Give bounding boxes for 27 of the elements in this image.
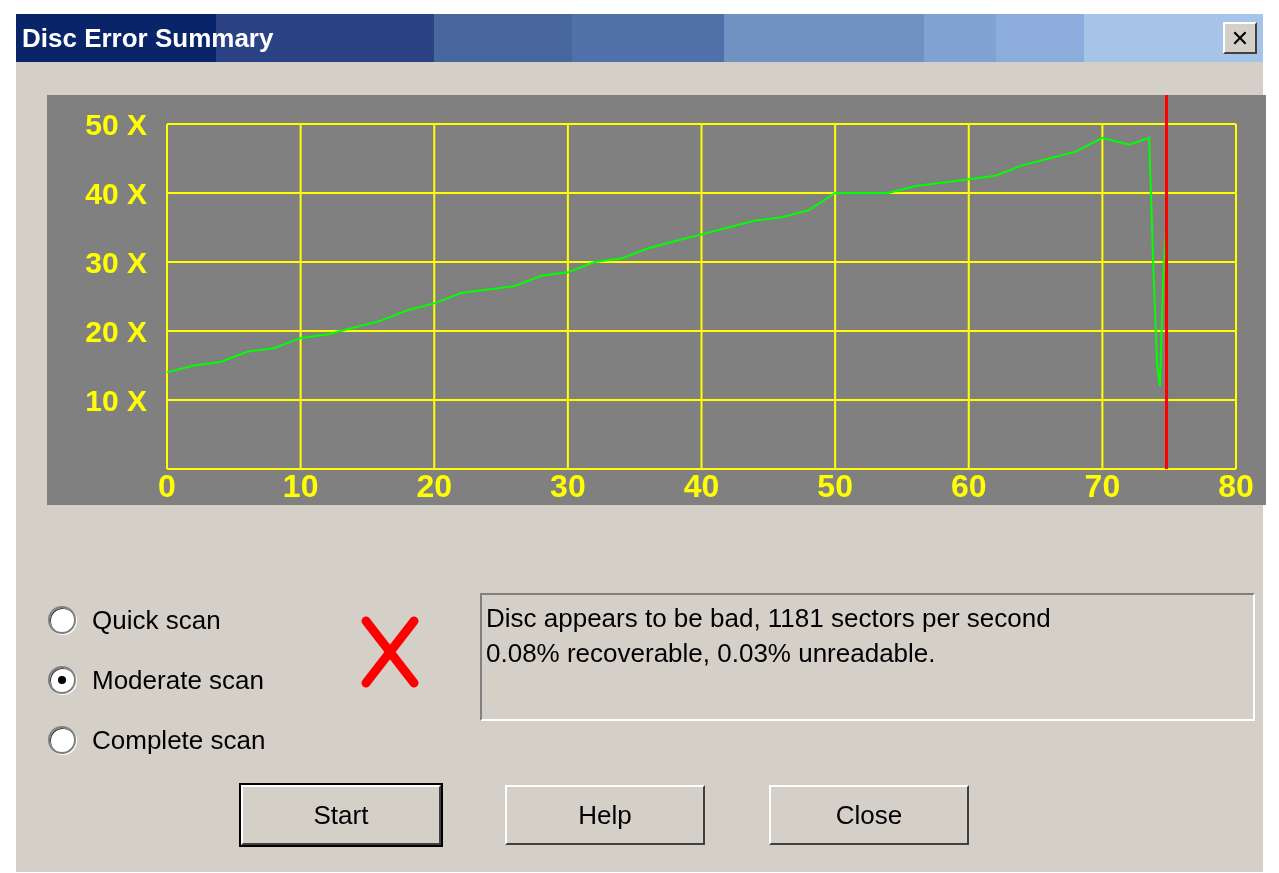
- x-tick-label: 10: [282, 468, 319, 504]
- dialog-button[interactable]: Help: [505, 785, 705, 845]
- x-tick-label: 60: [950, 468, 987, 504]
- radio-label[interactable]: Moderate scan: [92, 664, 264, 696]
- dialog-button[interactable]: Start: [241, 785, 441, 845]
- x-tick-label: 20: [416, 468, 453, 504]
- y-tick-label: 10 X: [85, 384, 147, 417]
- window-title: Disc Error Summary: [22, 22, 274, 54]
- y-tick-label: 20 X: [85, 315, 147, 348]
- status-text: Disc appears to be bad, 1181 sectors per second: [486, 602, 1052, 635]
- radio-label[interactable]: Complete scan: [92, 724, 266, 756]
- dialog-button[interactable]: Close: [769, 785, 969, 845]
- x-tick-label: 40: [683, 468, 720, 504]
- y-tick-label: 30 X: [85, 246, 147, 279]
- y-tick-label: 40 X: [85, 177, 147, 210]
- x-tick-label: 30: [550, 468, 586, 504]
- status-text: 0.08% recoverable, 0.03% unreadable.: [486, 637, 937, 670]
- radio-label[interactable]: Quick scan: [92, 604, 221, 636]
- radio-button[interactable]: [48, 726, 76, 754]
- x-tick-label: 0: [158, 468, 176, 504]
- radio-button[interactable]: [48, 666, 76, 694]
- x-tick-label: 80: [1218, 468, 1254, 504]
- radio-button[interactable]: [48, 606, 76, 634]
- y-tick-label: 50 X: [85, 108, 147, 141]
- x-tick-label: 50: [817, 468, 853, 504]
- close-button[interactable]: ✕: [1223, 22, 1257, 54]
- x-tick-label: 70: [1084, 468, 1121, 504]
